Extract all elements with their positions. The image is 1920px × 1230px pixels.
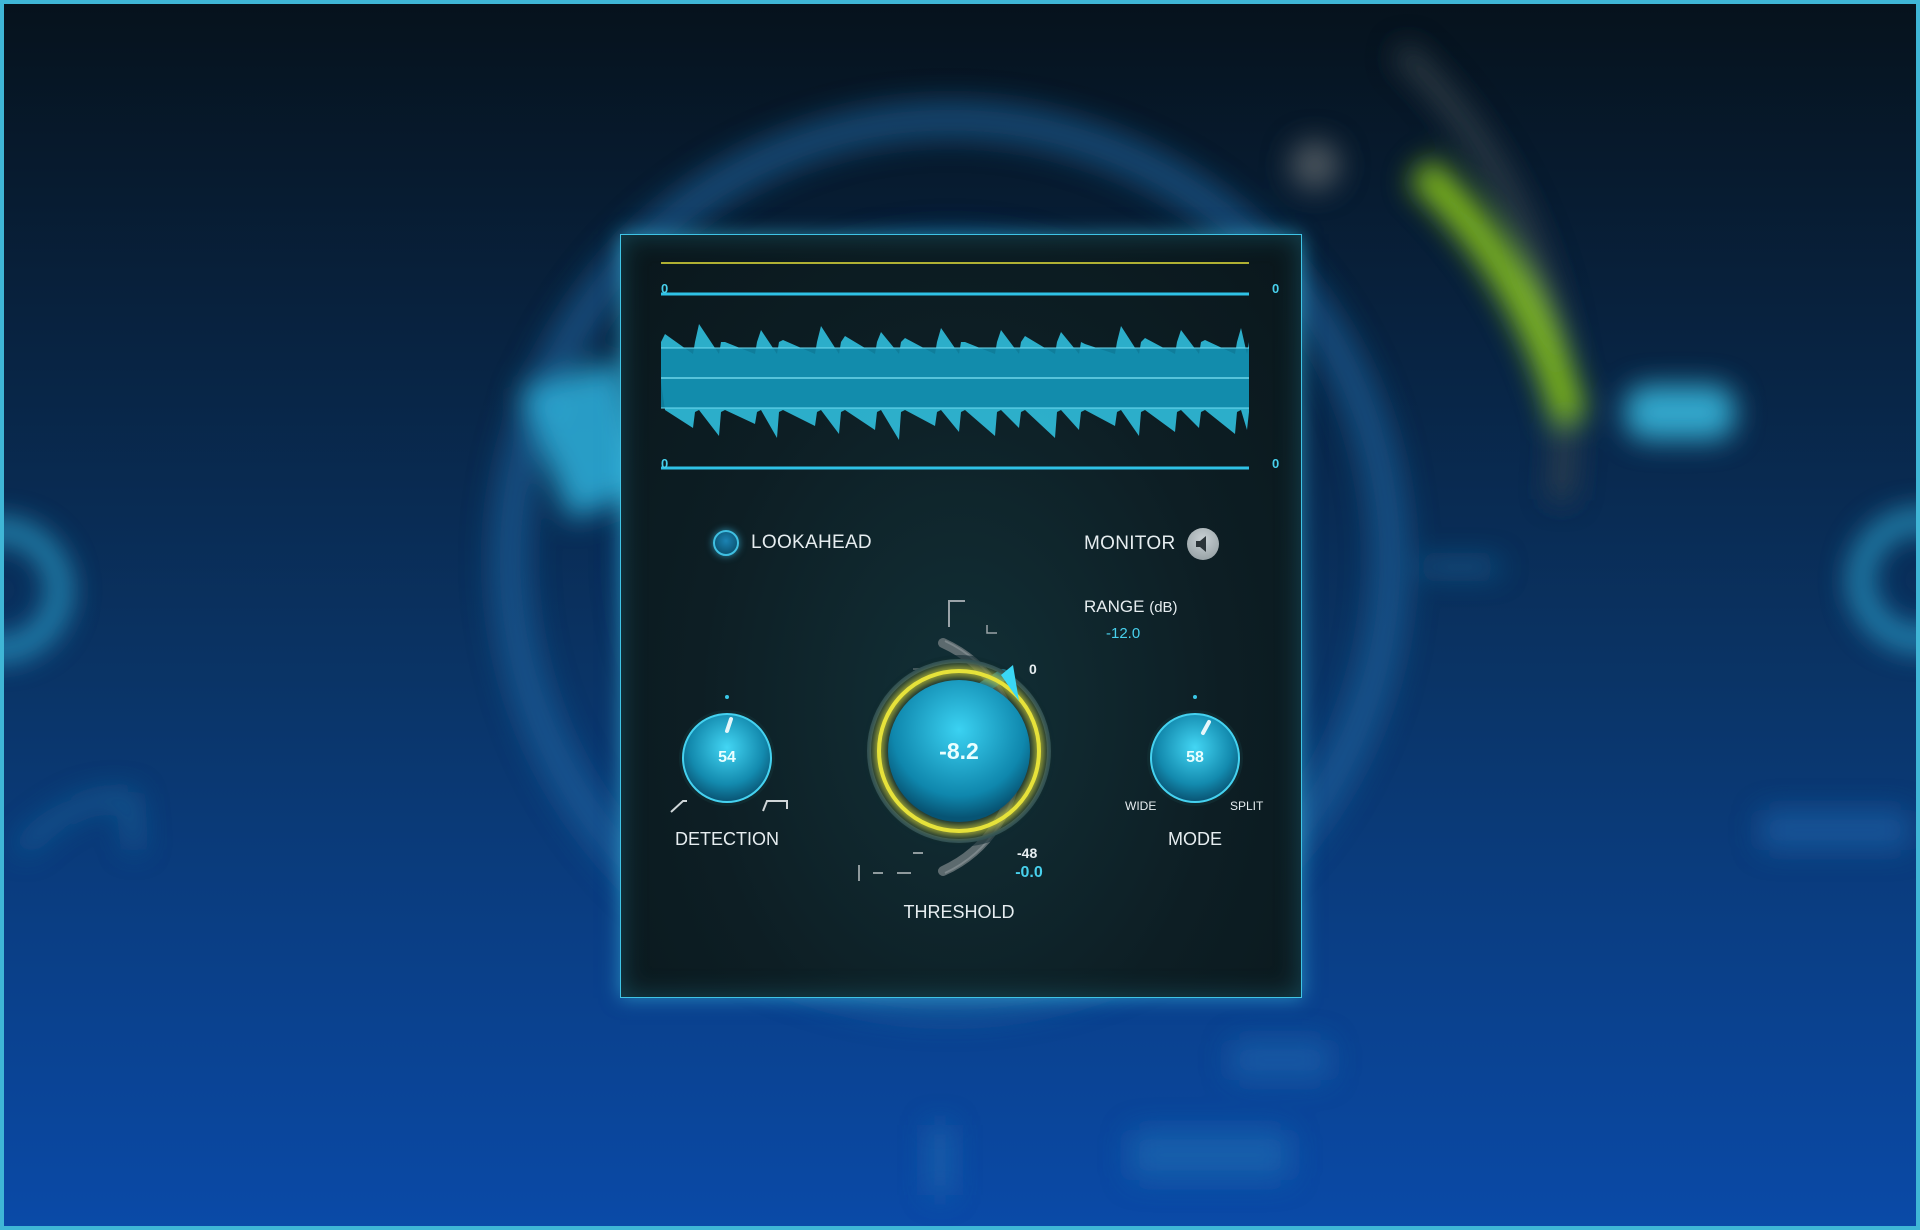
mode-wide-label: WIDE <box>1125 799 1157 813</box>
mode-split-label: SPLIT <box>1230 799 1264 813</box>
detection-value: 54 <box>718 749 736 766</box>
threshold-label: THRESHOLD <box>903 902 1015 922</box>
threshold-value: -8.2 <box>939 738 979 764</box>
detection-slow-curve-icon <box>670 800 687 813</box>
threshold-scale-bottom: -48 <box>1017 845 1038 861</box>
range-bracket <box>948 600 965 627</box>
mode-label: MODE <box>1168 829 1222 849</box>
range-sub-bracket <box>986 625 997 634</box>
threshold-scale-top: 0 <box>1029 661 1037 677</box>
threshold-readout[interactable]: -0.0 <box>989 864 1069 882</box>
plugin-panel: 0 0 0 0 LOOKAHEAD MONITOR RANGE (dB) -12… <box>620 234 1302 998</box>
knob-graphics <box>670 600 1243 881</box>
detection-fast-curve-icon <box>762 800 788 812</box>
detection-label: DETECTION <box>674 829 779 849</box>
mode-value: 58 <box>1186 749 1204 766</box>
